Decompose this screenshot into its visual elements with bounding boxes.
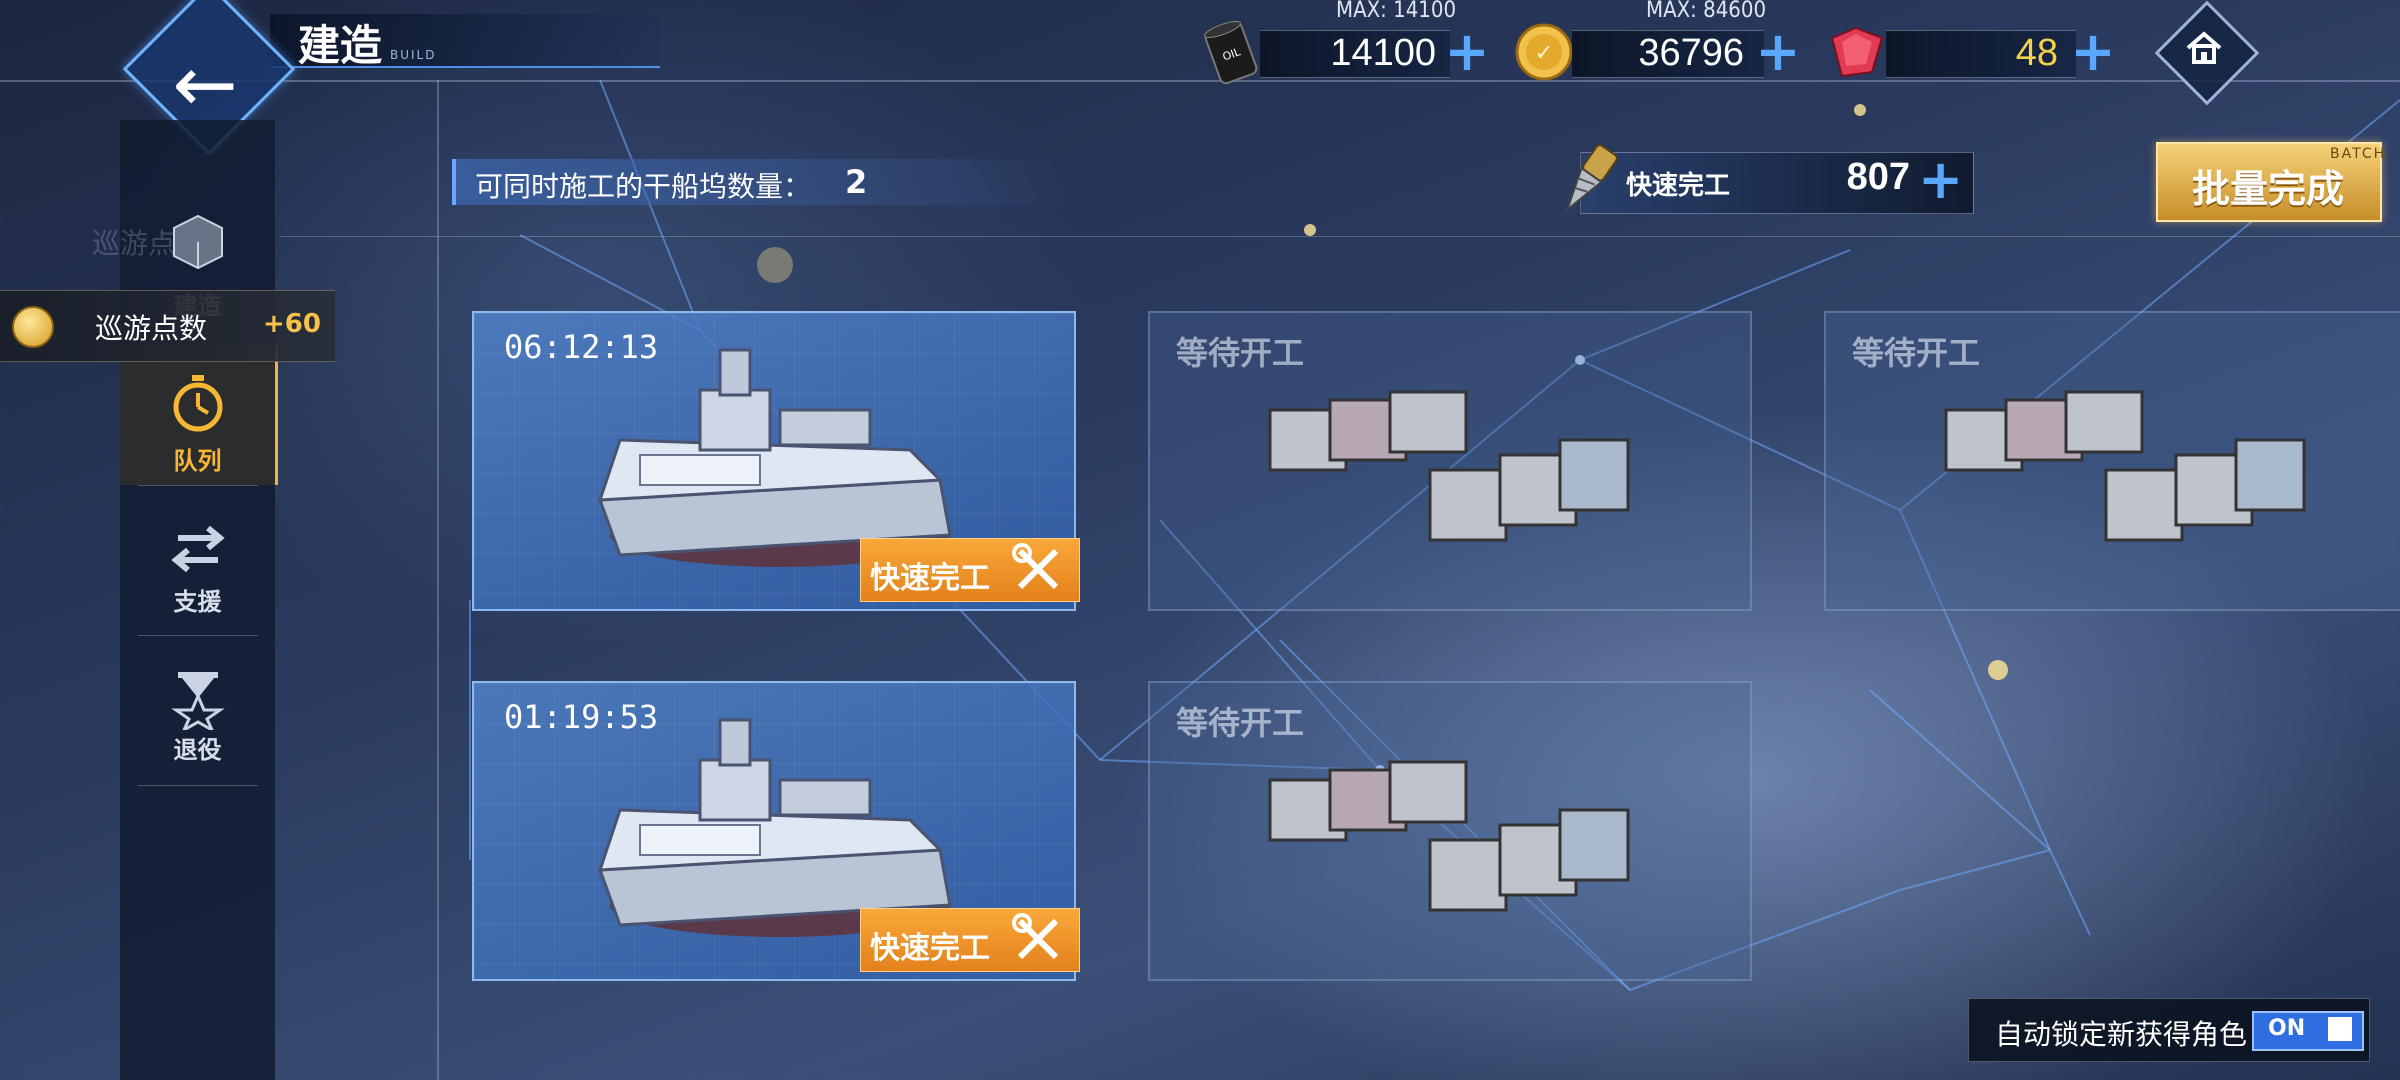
auto-lock-label: 自动锁定新获得角色 (1995, 1018, 2248, 1051)
coin-add-button[interactable]: + (1753, 25, 1803, 79)
cruise-coin-icon (12, 306, 54, 348)
cruise-points-label: 巡游点数 (95, 312, 208, 345)
header-divider (280, 236, 2400, 237)
oil-value: 14100 (1330, 32, 1436, 74)
gold-coin-icon: ✓ (1515, 23, 1573, 81)
svg-text:✓: ✓ (1535, 41, 1553, 66)
oil-max: MAX: 14100 (1336, 0, 1457, 23)
sidebar-item-support[interactable]: 支援 (120, 500, 275, 640)
empty-dock-crates (1944, 390, 2306, 542)
side-divider (138, 635, 258, 636)
dock-count-label: 可同时施工的干船坞数量： (475, 170, 812, 203)
gem-value: 48 (2015, 32, 2058, 74)
slot-2-waiting: 等待开工 (1176, 334, 1305, 372)
sidebar-label-support: 支援 (173, 588, 222, 616)
empty-dock-crates (1268, 760, 1630, 912)
content-divider (437, 80, 439, 1080)
sidebar-item-queue[interactable]: 队列 (120, 345, 278, 485)
quick-finish-value: 807 (1846, 156, 1910, 198)
wrench-screwdriver-icon (1012, 913, 1059, 960)
gem-add-button[interactable]: + (2068, 25, 2118, 79)
page-title: 建造 (298, 21, 383, 70)
drill-icon (1565, 144, 1618, 213)
side-divider (138, 785, 258, 786)
sidebar-label-retire: 退役 (173, 736, 222, 764)
oil-barrel-icon: OIL (1204, 20, 1258, 85)
coin-value: 36796 (1638, 32, 1744, 74)
slot-3-waiting: 等待开工 (1852, 334, 1981, 372)
quick-finish-button-1-label: 快速完工 (870, 561, 990, 596)
empty-dock-crates (1268, 390, 1630, 542)
sidebar-item-retire[interactable]: 退役 (120, 650, 275, 790)
dock-count-value: 2 (845, 163, 868, 201)
wrench-screwdriver-icon (1012, 543, 1059, 590)
quick-finish-button-2-label: 快速完工 (870, 931, 990, 966)
quick-finish-label: 快速完工 (1626, 171, 1731, 201)
back-arrow-icon: ← (172, 40, 238, 130)
home-icon (2186, 31, 2222, 64)
slot-5-waiting: 等待开工 (1176, 704, 1305, 742)
coin-max: MAX: 84600 (1646, 0, 1767, 23)
auto-lock-state: ON (2268, 1016, 2306, 1041)
swap-arrows-icon (171, 525, 225, 573)
oil-add-button[interactable]: + (1442, 25, 1492, 79)
page-subtitle: BUILD (390, 48, 437, 62)
batch-complete-label: 批量完成 (2191, 167, 2344, 211)
side-divider (138, 485, 258, 486)
cruise-points-value: +60 (263, 309, 321, 339)
hourglass-star-icon (171, 672, 225, 730)
ruby-gem-icon (1830, 26, 1884, 78)
build-box-icon (173, 214, 223, 270)
toggle-knob (2328, 1017, 2352, 1041)
sidebar-label-queue: 队列 (173, 447, 222, 475)
quick-finish-add-button[interactable]: + (1918, 153, 1963, 207)
stopwatch-icon (173, 375, 223, 432)
